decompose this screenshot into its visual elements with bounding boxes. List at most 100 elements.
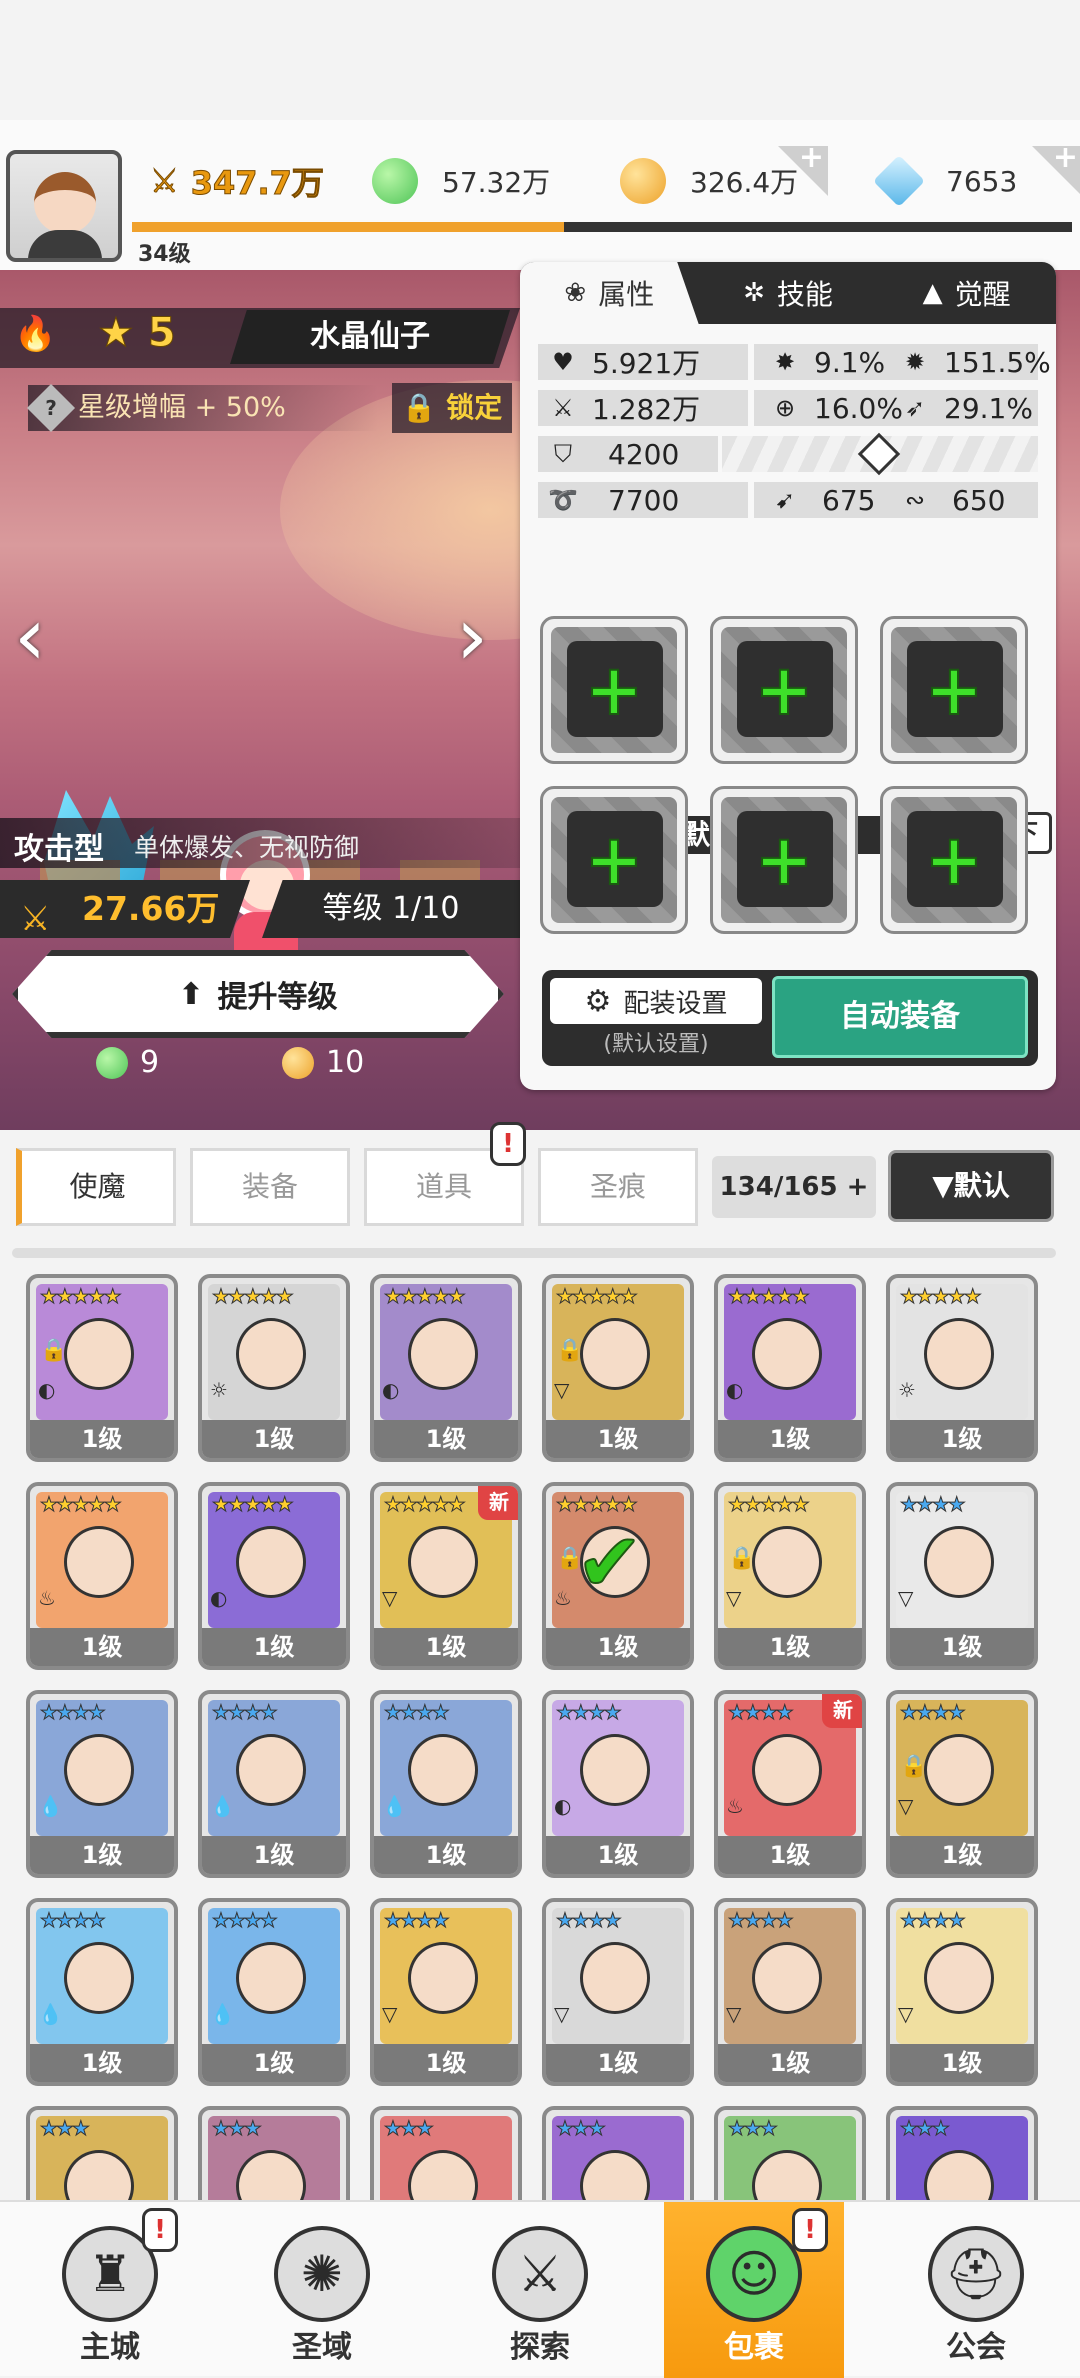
lock-button[interactable]: 🔒 锁定 (392, 383, 512, 433)
familiar-card[interactable]: ★★★★ 💧 1级 (198, 1690, 350, 1878)
lock-icon: 🔒 (401, 391, 437, 424)
swirl-icon: ➰ (548, 486, 578, 514)
familiar-card[interactable]: ★★★★★ ☼ 1级 (198, 1274, 350, 1462)
check-icon: ✔ (575, 1515, 644, 1610)
prev-hero-arrow[interactable]: ‹ (14, 592, 54, 682)
familiar-card[interactable]: ★★★★ ▽ 1级 (370, 1898, 522, 2086)
cost-green-value: 9 (140, 1045, 160, 1080)
tab-equipment[interactable]: 装备 (190, 1148, 350, 1226)
familiar-stars: ★★★★★ (40, 1284, 123, 1309)
familiar-level: 1级 (374, 1628, 518, 1666)
familiar-card[interactable]: ★★★ (886, 2106, 1038, 2200)
tab-stigmata[interactable]: 圣痕 (538, 1148, 698, 1226)
familiar-level: 1级 (890, 1420, 1034, 1458)
add-icon: + (924, 818, 985, 902)
stat-v1: ➰ 7700 (538, 484, 708, 517)
familiar-card[interactable]: ★★★★ ▽ 1级 (886, 1482, 1038, 1670)
familiar-card[interactable]: ★★★ (542, 2106, 694, 2200)
config-label: 配装设置 (623, 988, 728, 1019)
familiar-card[interactable]: ★★★★ 💧 1级 (26, 1898, 178, 2086)
wave-icon: ∾ (904, 486, 926, 514)
tab-familiars[interactable]: 使魔 (16, 1148, 176, 1226)
nav-explore[interactable]: ⚔ 探索 (450, 2202, 630, 2378)
equip-slot-armor[interactable]: + (880, 616, 1028, 764)
nav-bag[interactable]: ☺! 包裹 (664, 2202, 844, 2378)
element-icon: ☼ (898, 1378, 916, 1402)
familiar-card[interactable]: ★★★★ 💧 1级 (198, 1898, 350, 2086)
equip-slot-weapon[interactable]: + (540, 616, 688, 764)
equip-slot-helmet[interactable]: + (710, 616, 858, 764)
star-boost-text: 星级增幅 + 50% (78, 392, 286, 423)
familiar-stars: ★★★★ (900, 1492, 967, 1517)
familiar-card[interactable]: ★★★★★ ◐ 1级 (198, 1482, 350, 1670)
tab-attributes[interactable]: ❀ 属性 (520, 262, 699, 324)
stat-divider (748, 390, 754, 426)
avatar-head (34, 172, 96, 234)
equip-slot-boots[interactable]: + (880, 786, 1028, 934)
bottom-nav: ♜! 主城 ✺ 圣域 ⚔ 探索 ☺! 包裹 ⛑ 公会 (0, 2200, 1080, 2378)
familiar-card[interactable]: ★★★★★ 🔒 ▽ 1级 (542, 1274, 694, 1462)
player-avatar[interactable] (6, 150, 122, 262)
element-icon: ♨ (726, 1794, 744, 1818)
familiar-card[interactable]: ★★★★ ◐ 1级 (542, 1690, 694, 1878)
new-badge: 新 (822, 1694, 862, 1728)
element-icon: ▽ (554, 2002, 570, 2026)
familiar-face (580, 1318, 650, 1390)
familiar-face (236, 1526, 306, 1598)
familiar-card[interactable]: ★★★ (714, 2106, 866, 2200)
add-gem-button[interactable] (1032, 146, 1080, 196)
equip-slot-belt[interactable]: + (540, 786, 688, 934)
familiar-stars: ★★★★ (212, 1700, 279, 1725)
sort-button[interactable]: ▼默认 (888, 1150, 1054, 1222)
familiar-stars: ★★★ (40, 2116, 91, 2141)
familiar-card[interactable]: ★★★★★ ◐ 1级 (370, 1274, 522, 1462)
familiar-card[interactable]: ★★★★★ 🔒 ♨ ✔ 1级 (542, 1482, 694, 1670)
player-level: 34级 (138, 242, 191, 267)
familiar-card[interactable]: ★★★★★ ♨ 1级 (26, 1482, 178, 1670)
tab-awaken[interactable]: ▲ 觉醒 (877, 262, 1056, 324)
familiar-card[interactable]: ★★★★★ 🔒 ◐ 1级 (26, 1274, 178, 1462)
sun-burst-icon: ✹ (904, 348, 926, 376)
familiar-count[interactable]: 134/165 + (712, 1156, 876, 1218)
familiar-stars: ★★★★★ (384, 1492, 467, 1517)
familiar-card[interactable]: ★★★★★ ☼ 1级 (886, 1274, 1038, 1462)
familiar-stars: ★★★★★ (900, 1284, 983, 1309)
config-settings-button[interactable]: ⚙ 配装设置 (550, 978, 762, 1024)
avatar-body (28, 230, 102, 258)
nav-sanctuary[interactable]: ✺ 圣域 (232, 2202, 412, 2378)
stat-crit: ✸ 9.1% (760, 346, 885, 379)
familiar-card[interactable]: ★★★ (198, 2106, 350, 2200)
familiar-card[interactable]: ★★★★ ▽ 1级 (714, 1898, 866, 2086)
familiar-face (924, 1526, 994, 1598)
familiar-face (236, 1942, 306, 2014)
gold-coin-icon (282, 1046, 314, 1079)
star-boost[interactable]: ? 星级增幅 + 50% (26, 383, 378, 433)
next-hero-arrow[interactable]: › (456, 592, 496, 682)
familiar-card[interactable]: ★★★★ ♨ 新 1级 (714, 1690, 866, 1878)
familiar-card[interactable]: ★★★★ ▽ 1级 (542, 1898, 694, 2086)
familiar-card[interactable]: ★★★★★ ◐ 1级 (714, 1274, 866, 1462)
hero-type-desc: 单体爆发、无视防御 (134, 833, 360, 862)
nav-guild[interactable]: ⛑ 公会 (886, 2202, 1066, 2378)
nav-main-city[interactable]: ♜! 主城 (20, 2202, 200, 2378)
familiar-card[interactable]: ★★★★★ ▽ 新 1级 (370, 1482, 522, 1670)
hero-star-count: 5 (147, 310, 176, 357)
auto-equip-button[interactable]: 自动装备 (772, 976, 1028, 1058)
familiar-face (752, 1734, 822, 1806)
familiar-card[interactable]: ★★★ (26, 2106, 178, 2200)
familiar-card[interactable]: ★★★★ 💧 1级 (370, 1690, 522, 1878)
familiar-card[interactable]: ★★★★ 💧 1级 (26, 1690, 178, 1878)
equip-slot-necklace[interactable]: + (710, 786, 858, 934)
stat-hit: ⊕ 16.0% (760, 392, 903, 425)
upgrade-level-button[interactable]: ⬆ 提升等级 (12, 950, 504, 1038)
xp-bar (132, 222, 1072, 232)
familiar-card[interactable]: ★★★★ 🔒 ▽ 1级 (886, 1690, 1038, 1878)
familiar-card[interactable]: ★★★★★ 🔒 ▽ 1级 (714, 1482, 866, 1670)
locked-stat-bar (722, 432, 1038, 476)
element-icon: ▽ (382, 2002, 398, 2026)
lock-icon: 🔒 (40, 1338, 68, 1363)
crossed-swords-icon: ⚔ (150, 162, 180, 201)
familiar-card[interactable]: ★★★ (370, 2106, 522, 2200)
tab-skills[interactable]: ✲ 技能 (699, 262, 878, 324)
familiar-card[interactable]: ★★★★ ▽ 1级 (886, 1898, 1038, 2086)
